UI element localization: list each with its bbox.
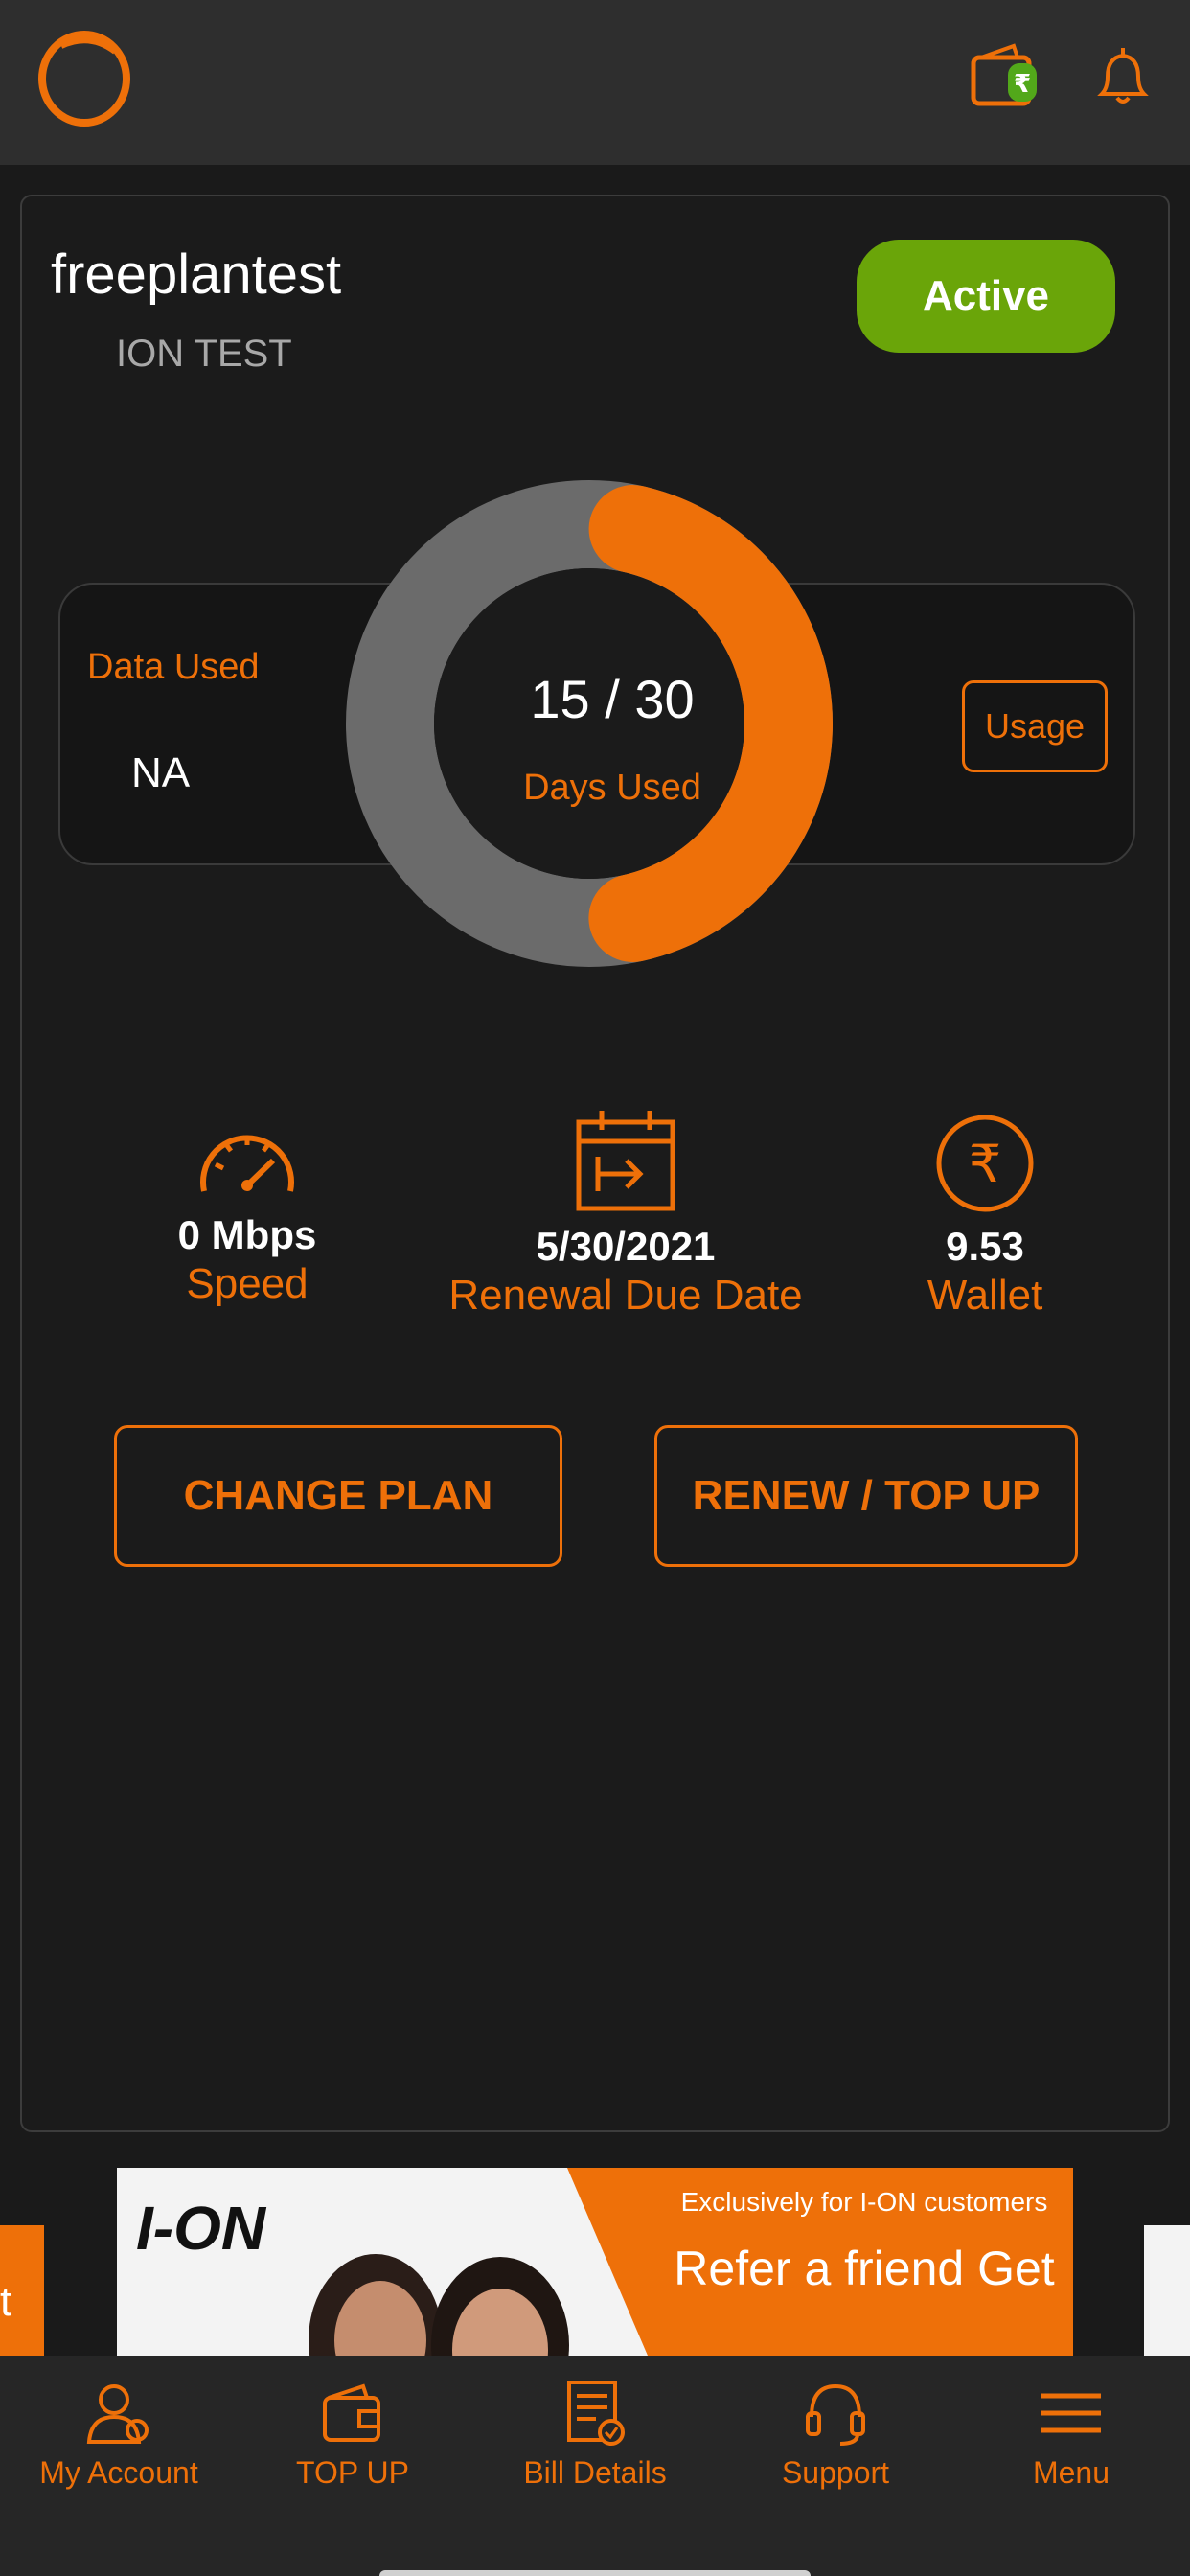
- nav-label: Support: [781, 2455, 890, 2490]
- promo-carousel[interactable]: t I-ON Exclusively for I-ON customers Re…: [0, 2168, 1190, 2356]
- rupee-icon: ₹: [936, 1115, 1034, 1212]
- status-badge: Active: [857, 240, 1115, 353]
- app-header: ₹: [0, 0, 1190, 165]
- speed-label: Speed: [186, 1260, 309, 1307]
- nav-label: Bill Details: [523, 2455, 667, 2490]
- banner-prev-peek[interactable]: t: [0, 2225, 44, 2356]
- ion-logo[interactable]: [33, 25, 138, 130]
- username: freeplantest: [51, 243, 342, 306]
- speedometer-icon: [200, 1135, 294, 1192]
- nav-bill-details[interactable]: Bill Details: [476, 2356, 714, 2547]
- bottom-nav: My Account TOP UP Bill Details Support M…: [0, 2356, 1190, 2576]
- renewal-stat: 5/30/2021 Renewal Due Date: [424, 1107, 827, 1320]
- banner-orange-panel: Exclusively for I-ON customers Refer a f…: [567, 2168, 1073, 2356]
- wallet-value: 9.53: [946, 1224, 1024, 1269]
- nav-support[interactable]: Support: [717, 2356, 954, 2547]
- home-indicator: [379, 2570, 811, 2576]
- nav-top-up[interactable]: TOP UP: [234, 2356, 471, 2547]
- speed-stat: 0 Mbps Speed: [127, 1116, 367, 1308]
- nav-menu[interactable]: Menu: [952, 2356, 1190, 2547]
- days-used-label: Days Used: [523, 768, 701, 808]
- bill-icon: [567, 2380, 625, 2446]
- headset-icon: [806, 2383, 865, 2446]
- svg-text:₹: ₹: [969, 1134, 1001, 1194]
- nav-label: Menu: [1032, 2455, 1110, 2490]
- nav-my-account[interactable]: My Account: [0, 2356, 238, 2547]
- renewal-date-value: 5/30/2021: [536, 1224, 716, 1269]
- change-plan-button[interactable]: CHANGE PLAN: [114, 1425, 562, 1567]
- data-used-label: Data Used: [87, 647, 260, 687]
- banner-brand: I-ON: [136, 2194, 266, 2263]
- bell-icon[interactable]: [1083, 38, 1163, 119]
- banner-tagline-big: Refer a friend Get: [674, 2242, 1055, 2295]
- data-used-value: NA: [131, 749, 191, 796]
- banner-tagline-small: Exclusively for I-ON customers: [680, 2187, 1048, 2217]
- days-used-value: 15 / 30: [530, 669, 695, 729]
- speed-value: 0 Mbps: [177, 1212, 317, 1257]
- wallet-label: Wallet: [927, 1272, 1043, 1319]
- svg-text:₹: ₹: [1014, 70, 1031, 99]
- wallet-stat: ₹ 9.53 Wallet: [865, 1113, 1105, 1320]
- renewal-date-label: Renewal Due Date: [448, 1272, 803, 1319]
- calendar-icon: [576, 1111, 675, 1211]
- referral-banner[interactable]: I-ON Exclusively for I-ON customers Refe…: [117, 2168, 1073, 2356]
- menu-icon: [1041, 2393, 1101, 2433]
- plan-name: ION TEST: [116, 333, 292, 375]
- usage-button[interactable]: Usage: [962, 680, 1108, 772]
- screen: ₹ freeplantest ION TEST Active Data Used…: [0, 0, 1190, 2576]
- banner-next-peek[interactable]: [1144, 2225, 1190, 2356]
- renew-topup-button[interactable]: RENEW / TOP UP: [654, 1425, 1078, 1567]
- plan-card: freeplantest ION TEST Active Data Used N…: [20, 195, 1170, 2132]
- nav-label: TOP UP: [296, 2455, 409, 2490]
- wallet-rupee-icon[interactable]: ₹: [968, 38, 1048, 119]
- wallet-icon: [323, 2383, 380, 2442]
- nav-label: My Account: [39, 2455, 198, 2490]
- account-icon: [86, 2384, 149, 2444]
